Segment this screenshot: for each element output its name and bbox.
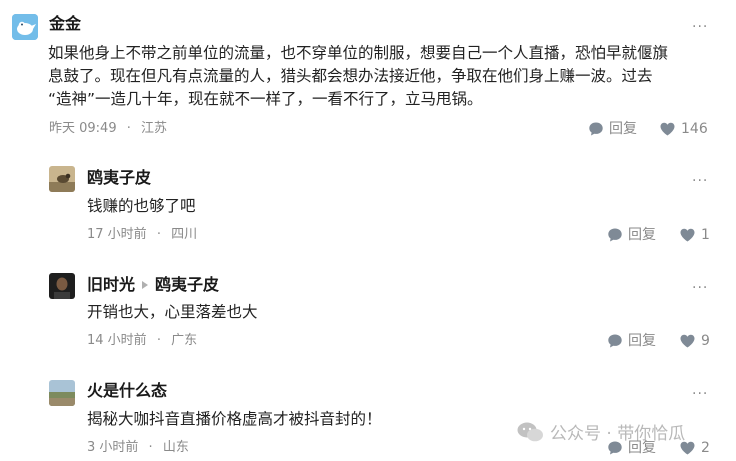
reply-more-button[interactable]: ··· xyxy=(692,174,708,188)
reply-location: 四川 xyxy=(171,227,198,242)
meta-separator: · xyxy=(156,227,161,242)
bird-photo-avatar-icon xyxy=(49,166,75,192)
reply-more-button[interactable]: ··· xyxy=(692,387,708,401)
post-time: 昨天 09:49 xyxy=(49,121,117,136)
reply-reply-button[interactable]: 回复 xyxy=(607,226,656,244)
reply-label: 回复 xyxy=(628,227,656,243)
reply-label: 回复 xyxy=(609,121,637,137)
person-photo-avatar-icon xyxy=(49,273,75,299)
like-count: 9 xyxy=(701,333,710,349)
heart-icon xyxy=(680,334,695,348)
post-content-line: 如果他身上不带之前单位的流量，也不穿单位的制服，想要自己一个人直播，恐怕早就偃旗 xyxy=(48,44,669,62)
reply-content: 揭秘大咖抖音直播价格虚高才被抖音封的！ xyxy=(87,410,382,428)
reply-time: 17 小时前 xyxy=(87,227,147,242)
post-content-line: 息鼓了。现在但凡有点流量的人，猎头都会想办法接近他，争取在他们身上赚一波。过去 xyxy=(48,67,653,85)
reply-to-author[interactable]: 鸥夷子皮 xyxy=(155,275,219,295)
watermark: 公众号 · 带你恰瓜 xyxy=(516,419,685,444)
meta-separator: · xyxy=(148,440,153,455)
reply-meta: 14 小时前 · 广东 xyxy=(87,332,197,350)
meta-separator: · xyxy=(156,333,161,348)
comment-bubble-icon xyxy=(608,334,622,348)
reply-reply-button[interactable]: 回复 xyxy=(607,332,656,350)
reply-content: 开销也大，心里落差也大 xyxy=(87,303,258,321)
reply-time: 14 小时前 xyxy=(87,333,147,348)
reply-like-button[interactable]: 1 xyxy=(679,226,710,244)
reply-location: 广东 xyxy=(171,333,198,348)
reply-author-line: 旧时光 鸥夷子皮 xyxy=(87,275,219,295)
like-count: 1 xyxy=(701,227,710,243)
reply-author[interactable]: 火是什么态 xyxy=(87,381,167,401)
landscape-photo-avatar-icon xyxy=(49,380,75,406)
post-content: 如果他身上不带之前单位的流量，也不穿单位的制服，想要自己一个人直播，恐怕早就偃旗… xyxy=(48,42,728,111)
post-more-button[interactable]: ··· xyxy=(692,20,708,34)
reply-author[interactable]: 旧时光 xyxy=(87,275,135,295)
reply-author[interactable]: 鸥夷子皮 xyxy=(87,168,151,188)
post-content-line: “造神”一造几十年，现在就不一样了，一看不行了，立马甩锅。 xyxy=(48,90,483,108)
reply-meta: 17 小时前 · 四川 xyxy=(87,226,197,244)
reply-time: 3 小时前 xyxy=(87,440,139,455)
reply-label: 回复 xyxy=(628,333,656,349)
post-meta: 昨天 09:49 · 江苏 xyxy=(49,120,167,138)
meta-separator: · xyxy=(126,121,131,136)
heart-icon xyxy=(680,228,695,242)
watermark-text: 公众号 · 带你恰瓜 xyxy=(550,424,686,444)
comment-bubble-icon xyxy=(608,228,622,242)
reply-avatar[interactable] xyxy=(49,273,75,299)
reply-avatar[interactable] xyxy=(49,166,75,192)
like-count: 146 xyxy=(681,121,708,137)
post-author[interactable]: 金金 xyxy=(49,14,81,34)
reply-avatar[interactable] xyxy=(49,380,75,406)
reply-location: 山东 xyxy=(162,440,189,455)
heart-icon xyxy=(660,122,675,136)
post-reply-button[interactable]: 回复 xyxy=(588,120,637,138)
post-like-button[interactable]: 146 xyxy=(659,120,708,138)
bird-avatar-icon xyxy=(12,14,38,40)
post-avatar[interactable] xyxy=(12,14,38,40)
like-count: 2 xyxy=(701,440,710,456)
reply-like-button[interactable]: 9 xyxy=(679,332,710,350)
comment-bubble-icon xyxy=(589,122,603,136)
reply-meta: 3 小时前 · 山东 xyxy=(87,439,189,457)
reply-content: 钱赚的也够了吧 xyxy=(87,197,196,215)
reply-to-arrow-icon xyxy=(142,281,149,289)
wechat-logo-icon xyxy=(517,422,543,441)
post-location: 江苏 xyxy=(141,121,168,136)
reply-more-button[interactable]: ··· xyxy=(692,281,708,295)
